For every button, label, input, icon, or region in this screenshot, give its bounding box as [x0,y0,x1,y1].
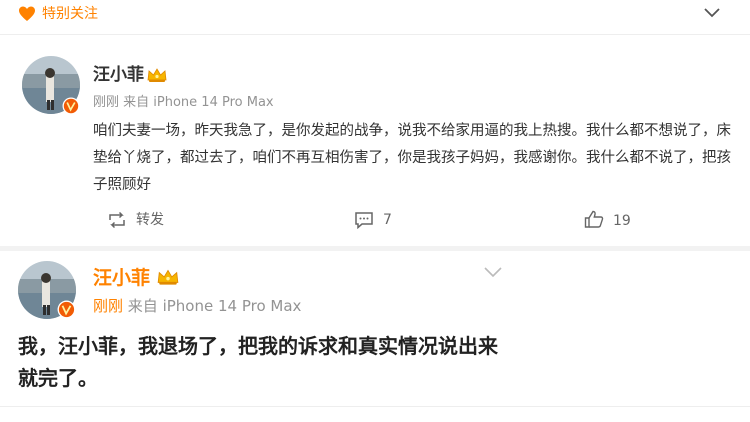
like-icon[interactable] [584,210,604,228]
verified-badge-icon [57,300,76,319]
author-name[interactable]: 汪小菲 [93,266,150,290]
divider [0,406,750,407]
repost-icon[interactable] [107,211,127,229]
crown-icon [147,68,167,82]
verified-badge-icon [62,97,80,115]
post-text: 咱们夫妻一场，昨天我急了，是你发起的战争，说我不给家用逼的我上热搜。我什么都不想… [93,123,731,193]
post-time: 刚刚 [93,95,120,110]
special-follow-label: 特别关注 [42,6,98,22]
post-text: 我，汪小菲，我退场了，把我的诉求和真实情况说出来就完了。 [18,334,498,390]
comment-icon[interactable] [354,211,374,229]
heart-icon [19,6,35,21]
special-follow-bar[interactable]: 特别关注 [0,0,750,28]
post-meta: 刚刚 来自 iPhone 14 Pro Max [93,296,301,316]
post-source: 来自 iPhone 14 Pro Max [123,95,274,110]
comment-count[interactable]: 7 [383,210,392,230]
post-meta: 刚刚 来自 iPhone 14 Pro Max [93,94,274,112]
crown-icon [157,269,179,285]
divider [0,34,750,35]
repost-label[interactable]: 转发 [136,210,164,230]
post-time: 刚刚 [93,297,124,315]
post-source: 来自 iPhone 14 Pro Max [127,297,302,315]
author-name[interactable]: 汪小菲 [93,64,144,86]
action-bar: 转发 7 19 [0,208,750,236]
chevron-down-icon[interactable] [704,6,720,18]
chevron-down-icon[interactable] [484,266,502,278]
like-count[interactable]: 19 [613,211,631,231]
